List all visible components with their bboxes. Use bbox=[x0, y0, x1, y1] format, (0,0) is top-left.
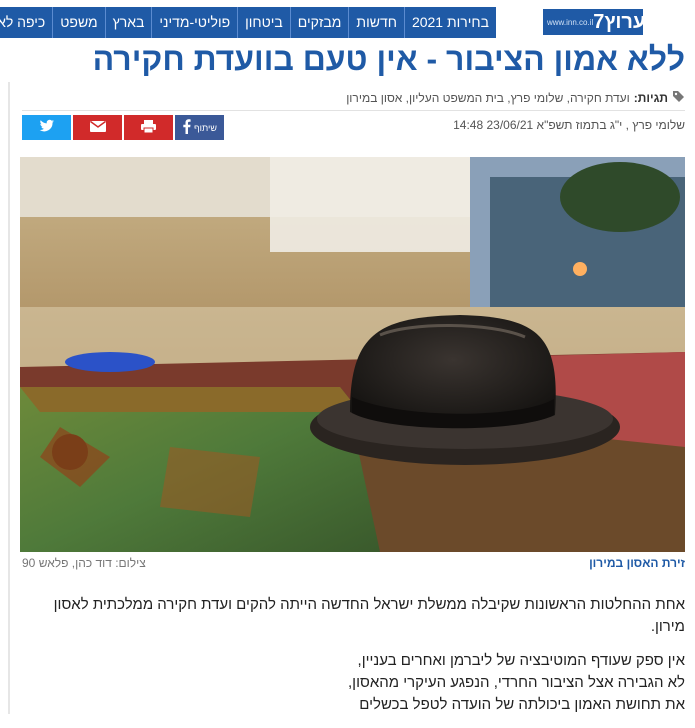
paragraph-2-line-1: אין ספק שעודף המוטיבציה של ליברמן ואחרים… bbox=[357, 652, 685, 669]
article-paragraph-1: אחת ההחלטות הראשונות שקיבלה ממשלת ישראל … bbox=[53, 596, 685, 635]
photo-credit: צילום: דוד כהן, פלאש 90 bbox=[22, 556, 146, 570]
article-byline: שלומי פרץ , י"ג בתמוז תשפ"א 23/06/21 14:… bbox=[453, 118, 685, 132]
top-bar: בחירות 2021 חדשות מבזקים ביטחון פוליטי-מ… bbox=[0, 0, 695, 38]
paragraph-2-line-2: לא הגבירה אצל הציבור החרדי, הנפגע העיקרי… bbox=[348, 674, 685, 691]
nav-item-law[interactable]: משפט bbox=[52, 7, 105, 38]
nav-item-news[interactable]: חדשות bbox=[348, 7, 404, 38]
mail-icon bbox=[89, 120, 107, 136]
facebook-icon bbox=[182, 118, 191, 137]
article-paragraph-2: אין ספק שעודף המוטיבציה של ליברמן ואחרים… bbox=[17, 650, 685, 716]
facebook-share-label: שיתוף bbox=[194, 122, 217, 133]
twitter-icon bbox=[39, 119, 55, 136]
nav-item-politics[interactable]: פוליטי-מדיני bbox=[151, 7, 238, 38]
tags-label: תגיות: bbox=[633, 91, 668, 105]
main-nav: בחירות 2021 חדשות מבזקים ביטחון פוליטי-מ… bbox=[0, 7, 496, 38]
twitter-share-button[interactable] bbox=[22, 115, 71, 140]
site-logo[interactable]: www.inn.co.il ערוץ7 bbox=[543, 9, 646, 35]
print-button[interactable] bbox=[124, 115, 173, 140]
share-buttons: שיתוף bbox=[22, 115, 224, 140]
article-body: אחת ההחלטות הראשונות שקיבלה ממשלת ישראל … bbox=[17, 594, 685, 728]
facebook-share-button[interactable]: שיתוף bbox=[175, 115, 224, 140]
nav-item-israel[interactable]: בארץ bbox=[104, 7, 152, 38]
paragraph-2-line-3: את תחושת האמון ביכולתה של הועדה לטפל בכש… bbox=[359, 696, 685, 713]
nav-item-security[interactable]: ביטחון bbox=[237, 7, 290, 38]
tags-row: תגיות: ועדת חקירה, שלומי פרץ, בית המשפט … bbox=[346, 90, 685, 106]
logo-text: ערוץ7 bbox=[593, 11, 646, 33]
left-border bbox=[8, 82, 10, 714]
photo-caption-row: זירת האסון במירון צילום: דוד כהן, פלאש 9… bbox=[22, 556, 685, 572]
nav-item-kipa[interactable]: כיפה לא bbox=[0, 7, 53, 38]
article-photo bbox=[20, 157, 685, 552]
email-share-button[interactable] bbox=[73, 115, 122, 140]
nav-item-elections[interactable]: בחירות 2021 bbox=[403, 7, 496, 38]
tag-icon bbox=[672, 90, 685, 106]
nav-item-flashes[interactable]: מבזקים bbox=[289, 7, 349, 38]
tags-list[interactable]: ועדת חקירה, שלומי פרץ, בית המשפט העליון,… bbox=[346, 91, 630, 105]
photo-series-link[interactable]: זירת האסון במירון bbox=[589, 556, 685, 570]
logo-url: www.inn.co.il bbox=[547, 17, 594, 27]
divider bbox=[22, 110, 685, 111]
print-icon bbox=[140, 119, 157, 137]
article-headline: ללא אמון הציבור - אין טעם בוועדת חקירה bbox=[92, 41, 685, 77]
